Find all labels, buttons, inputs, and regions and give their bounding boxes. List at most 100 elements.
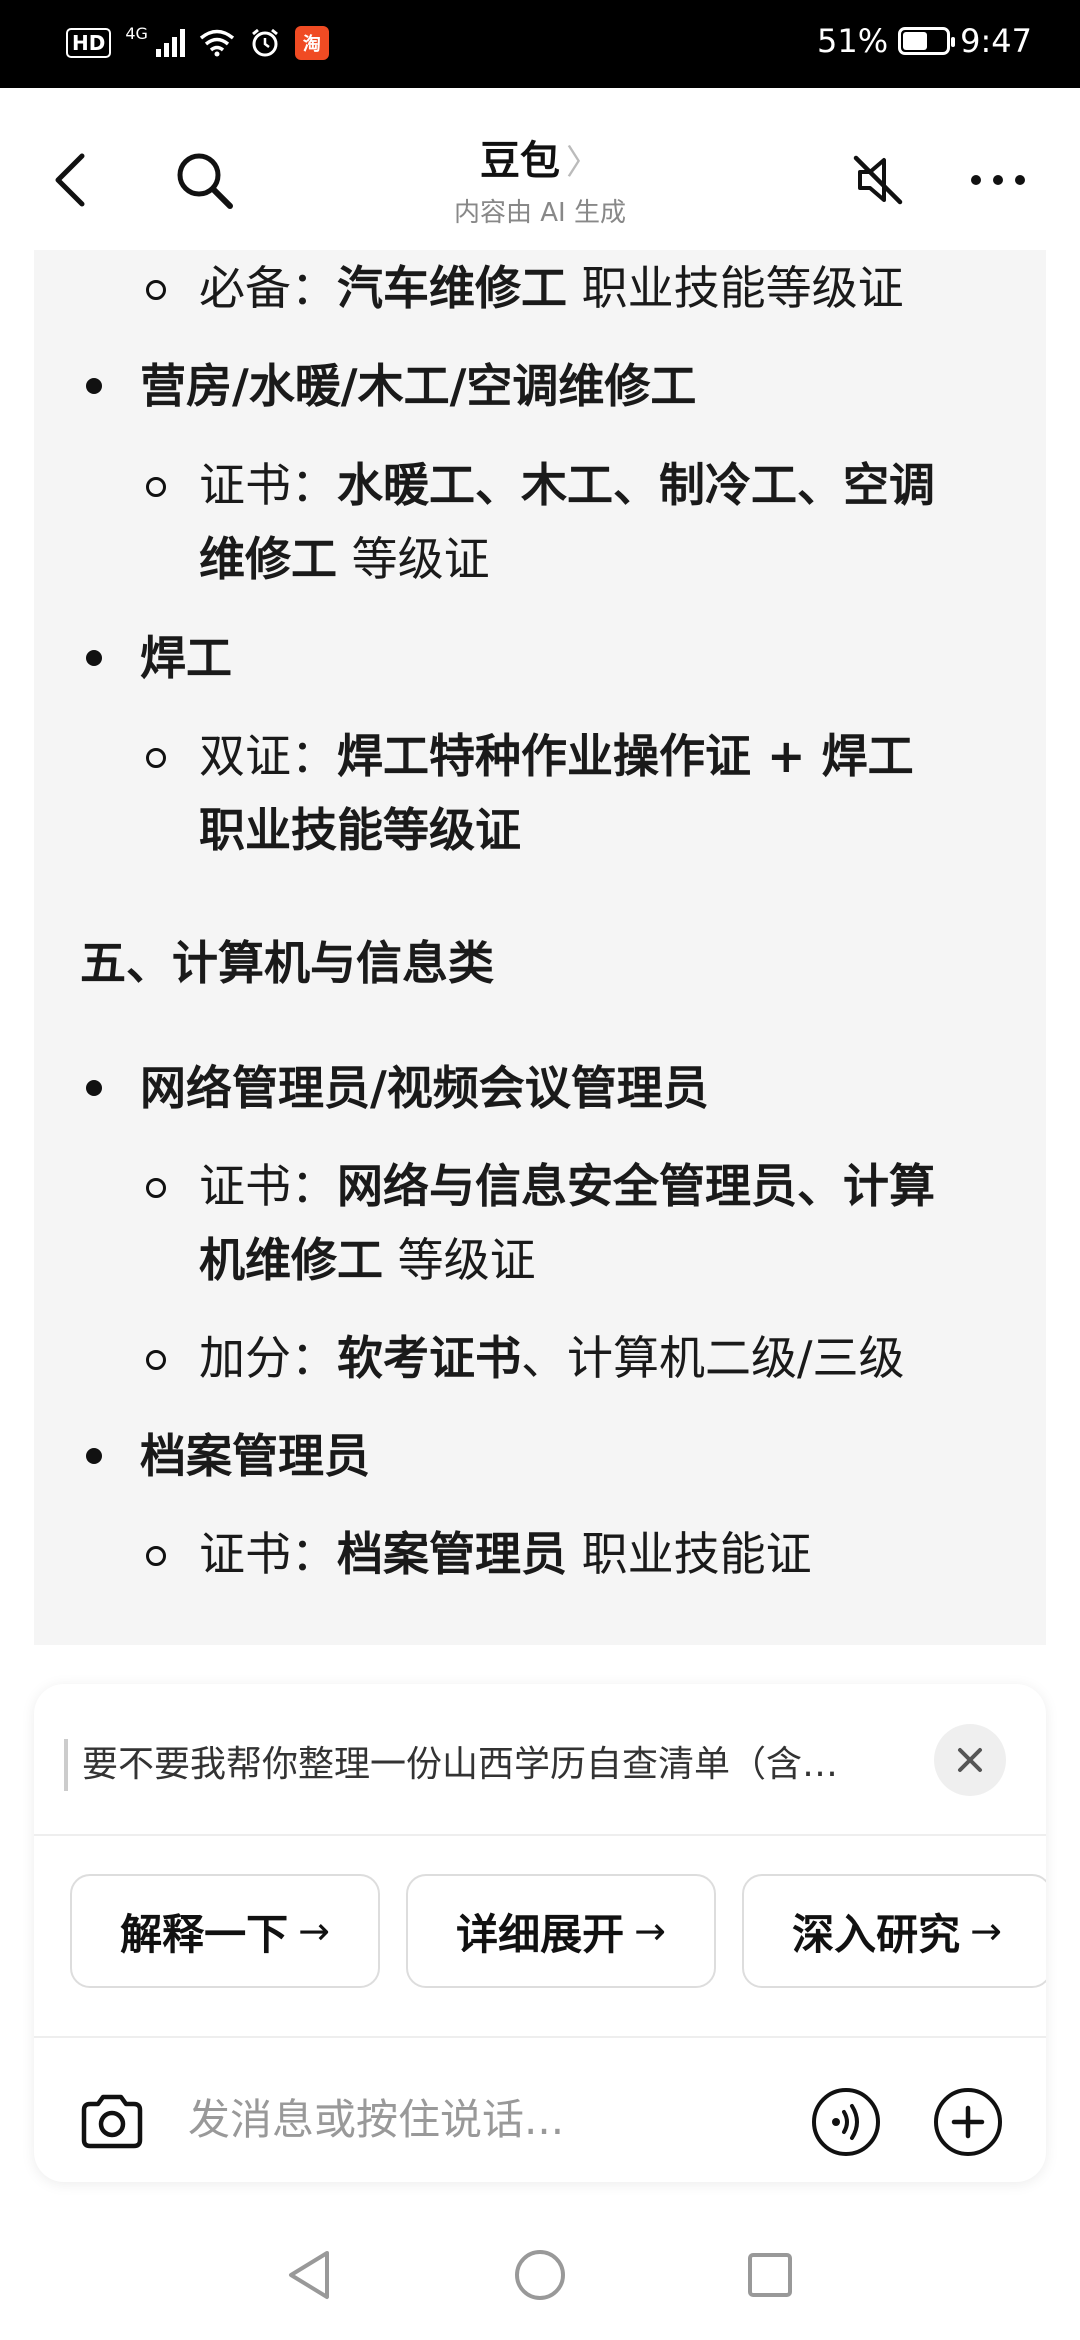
chip-expand[interactable]: 详细展开 → xyxy=(406,1874,716,1988)
status-right: 51% 9:47 xyxy=(817,22,1032,60)
alarm-icon xyxy=(251,28,278,57)
sub-list-item: 机维修工 等级证 xyxy=(199,1232,536,1288)
bold-text: 网络与信息安全管理员、计算 xyxy=(337,1159,935,1213)
mute-speaker-icon xyxy=(853,155,903,205)
sub-list-item: 职业技能等级证 xyxy=(199,802,521,858)
camera-icon xyxy=(81,2094,143,2149)
bold-text: 汽车维修工 xyxy=(337,261,567,315)
text-span: 双证： xyxy=(199,729,337,783)
sub-bullet-marker xyxy=(146,1178,166,1198)
list-item: 档案管理员 xyxy=(140,1428,370,1484)
sub-bullet-marker xyxy=(146,748,166,768)
text-span: 证书： xyxy=(199,458,337,512)
list-item: 焊工 xyxy=(140,630,232,686)
nav-home-button[interactable] xyxy=(505,2240,575,2310)
hd-indicator: HD xyxy=(66,28,112,58)
chip-label: 详细展开 xyxy=(456,1909,625,1959)
nav-recents-button[interactable] xyxy=(735,2240,805,2310)
bullet-marker xyxy=(86,378,102,394)
battery-icon xyxy=(898,27,956,55)
arrow-right-icon: → xyxy=(634,1909,666,1953)
input-panel: 要不要我帮你整理一份山西学历自查清单（含… 解释一下 → 详细展开 → 深入研究 → … xyxy=(34,1684,1046,2182)
bold-text: 档案管理员 xyxy=(337,1527,567,1581)
clock: 9:47 xyxy=(960,22,1032,60)
text-span: 必备： xyxy=(199,261,337,315)
chevron-right-icon: 〉 xyxy=(566,143,600,183)
bold-text: 营房/水暖/木工/空调维修工 xyxy=(140,359,697,413)
bold-text: 维修工 xyxy=(199,532,337,586)
list-item: 网络管理员/视频会议管理员 xyxy=(140,1060,709,1116)
sub-list-item: 证书：水暖工、木工、制冷工、空调 xyxy=(199,457,935,513)
bullet-marker xyxy=(86,1448,102,1464)
arrow-right-icon: → xyxy=(298,1909,330,1953)
bot-name: 豆包 xyxy=(480,138,560,184)
chat-header: 豆包〉 内容由 AI 生成 xyxy=(0,88,1080,260)
ai-disclaimer: 内容由 AI 生成 xyxy=(454,198,626,228)
bold-text: 职业技能等级证 xyxy=(199,803,521,857)
chip-explain[interactable]: 解释一下 → xyxy=(70,1874,380,1988)
voice-call-button[interactable] xyxy=(808,2084,884,2160)
close-suggestion-button[interactable] xyxy=(934,1724,1006,1796)
text-span: 证书： xyxy=(199,1527,337,1581)
signal-icon xyxy=(155,29,185,57)
battery-percent: 51% xyxy=(817,22,889,60)
section-heading: 五、计算机与信息类 xyxy=(80,935,494,991)
sub-bullet-marker xyxy=(146,1350,166,1370)
arrow-right-icon: → xyxy=(970,1909,1002,1953)
bold-text: 软考证书 xyxy=(337,1331,521,1385)
sub-bullet-marker xyxy=(146,477,166,497)
text-span: 加分： xyxy=(199,1331,337,1385)
bold-text: 网络管理员/视频会议管理员 xyxy=(140,1061,709,1115)
plus-circle-icon xyxy=(934,2088,1002,2156)
mute-button[interactable] xyxy=(838,140,918,220)
status-left: HD 4G 淘 xyxy=(66,26,329,60)
divider xyxy=(34,2036,1046,2038)
add-button[interactable] xyxy=(930,2084,1006,2160)
bullet-marker xyxy=(86,650,102,666)
voice-wave-icon xyxy=(812,2088,880,2156)
ai-message-content: 必备：汽车维修工 职业技能等级证 营房/水暖/木工/空调维修工 证书：水暖工、木工、… xyxy=(34,250,1046,1645)
bold-text: 水暖工、木工、制冷工、空调 xyxy=(337,458,935,512)
sub-bullet-marker xyxy=(146,280,166,300)
bold-text: 五、计算机与信息类 xyxy=(80,936,494,990)
chip-label: 解释一下 xyxy=(120,1909,289,1959)
list-item: 营房/水暖/木工/空调维修工 xyxy=(140,358,696,414)
status-bar: HD 4G 淘 51% 9:47 xyxy=(0,0,1080,88)
square-recents-icon xyxy=(748,2253,792,2297)
system-nav-bar xyxy=(0,2210,1080,2340)
bullet-marker xyxy=(86,1080,102,1096)
text-span: 等级证 xyxy=(337,532,490,586)
network-type: 4G xyxy=(125,24,148,43)
bold-text: 机维修工 xyxy=(199,1233,383,1287)
chip-label: 深入研究 xyxy=(792,1909,961,1959)
follow-up-suggestion[interactable]: 要不要我帮你整理一份山西学历自查清单（含… xyxy=(64,1739,924,1791)
sub-list-item: 必备：汽车维修工 职业技能等级证 xyxy=(199,260,904,316)
bold-text: 档案管理员 xyxy=(140,1429,370,1483)
close-icon xyxy=(958,1748,982,1772)
more-button[interactable] xyxy=(958,140,1038,220)
text-span: 职业技能证 xyxy=(567,1527,812,1581)
sub-list-item: 证书：档案管理员 职业技能证 xyxy=(199,1526,812,1582)
more-options-icon xyxy=(971,175,1025,185)
page-title[interactable]: 豆包〉 xyxy=(0,128,1080,186)
camera-button[interactable] xyxy=(74,2084,150,2160)
text-span: 职业技能等级证 xyxy=(567,261,904,315)
bold-text: 焊工 xyxy=(140,631,232,685)
sub-list-item: 加分：软考证书、计算机二级/三级 xyxy=(199,1330,905,1386)
text-span: 、计算机二级/三级 xyxy=(521,1331,905,1385)
sub-list-item: 证书：网络与信息安全管理员、计算 xyxy=(199,1158,935,1214)
bold-text: 焊工特种作业操作证 + 焊工 xyxy=(337,729,914,783)
title-area[interactable]: 豆包〉 内容由 AI 生成 xyxy=(0,128,1080,229)
nav-back-button[interactable] xyxy=(274,2240,344,2310)
text-span: 证书： xyxy=(199,1159,337,1213)
sub-list-item: 维修工 等级证 xyxy=(199,531,490,587)
text-span: 等级证 xyxy=(383,1233,536,1287)
sub-list-item: 双证：焊工特种作业操作证 + 焊工 xyxy=(199,728,914,784)
circle-home-icon xyxy=(515,2250,565,2300)
divider xyxy=(34,1834,1046,1836)
message-input[interactable]: 发消息或按住说话... xyxy=(188,2090,564,2150)
wifi-icon xyxy=(199,29,235,57)
composer: 发消息或按住说话... xyxy=(34,2060,1046,2182)
chip-research[interactable]: 深入研究 → xyxy=(742,1874,1046,1988)
sub-bullet-marker xyxy=(146,1546,166,1566)
